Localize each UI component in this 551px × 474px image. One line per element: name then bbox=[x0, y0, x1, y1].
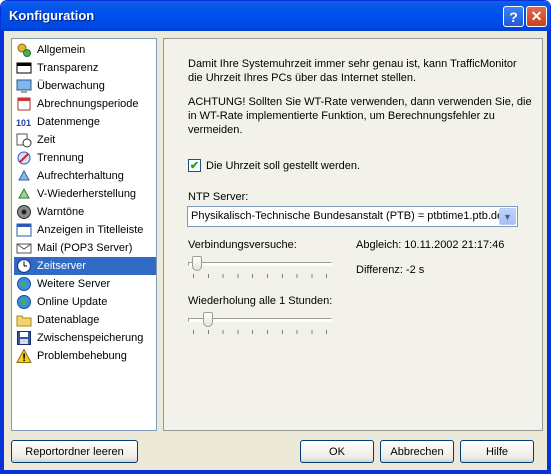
sidebar-item-label: Trennung bbox=[37, 152, 84, 164]
intro-text: Damit Ihre Systemuhrzeit immer sehr gena… bbox=[188, 58, 517, 84]
sidebar-item-anzeigen-in-titelleiste[interactable]: Anzeigen in Titelleiste bbox=[14, 221, 156, 239]
sidebar-item-mail[interactable]: Mail (POP3 Server) bbox=[14, 239, 156, 257]
mail-icon bbox=[16, 240, 32, 256]
sidebar-item-datenablage[interactable]: Datenablage bbox=[14, 311, 156, 329]
sidebar-item-label: Allgemein bbox=[37, 44, 86, 56]
sidebar-item-problembehebung[interactable]: Problembehebung bbox=[14, 347, 156, 365]
connection-attempts-label: Verbindungsversuche: bbox=[188, 239, 297, 251]
close-button[interactable]: ✕ bbox=[526, 6, 547, 27]
sidebar-item-allgemein[interactable]: Allgemein bbox=[14, 41, 156, 59]
slider-ticks bbox=[193, 330, 327, 334]
set-time-label[interactable]: Die Uhrzeit soll gestellt werden. bbox=[206, 159, 360, 173]
window-frame-bottom bbox=[1, 470, 550, 473]
sidebar-item-v-wiederherstellung[interactable]: V-Wiederherstellung bbox=[14, 185, 156, 203]
ok-button[interactable]: OK bbox=[300, 440, 374, 463]
repeat-interval-slider[interactable] bbox=[188, 311, 332, 335]
calendar-icon bbox=[16, 96, 32, 112]
help-button[interactable]: Hilfe bbox=[460, 440, 534, 463]
help-title-button[interactable]: ? bbox=[503, 6, 524, 27]
sidebar-item-label: Abrechnungsperiode bbox=[37, 98, 139, 110]
title-bar[interactable]: Konfiguration ? ✕ bbox=[1, 1, 550, 31]
sidebar-item-trennung[interactable]: Trennung bbox=[14, 149, 156, 167]
category-list[interactable]: Allgemein Transparenz Überwachung Abrech… bbox=[11, 38, 157, 431]
sidebar-item-zeitserver[interactable]: Zeitserver bbox=[14, 257, 156, 275]
sidebar-item-zeit[interactable]: Zeit bbox=[14, 131, 156, 149]
sidebar-item-label: Weitere Server bbox=[37, 278, 111, 290]
cancel-button[interactable]: Abbrechen bbox=[380, 440, 454, 463]
update-globe-icon bbox=[16, 294, 32, 310]
sidebar-item-label: Zwischenspeicherung bbox=[37, 332, 144, 344]
chevron-down-icon[interactable]: ▼ bbox=[499, 208, 516, 225]
globe-icon bbox=[16, 276, 32, 292]
sidebar-item-label: Datenmenge bbox=[37, 116, 100, 128]
sidebar-item-datenmenge[interactable]: 101 Datenmenge bbox=[14, 113, 156, 131]
sidebar-item-label: Transparenz bbox=[37, 62, 99, 74]
warning-icon bbox=[16, 348, 32, 364]
folder-icon bbox=[16, 312, 32, 328]
sidebar-item-transparenz[interactable]: Transparenz bbox=[14, 59, 156, 77]
window-title: Konfiguration bbox=[9, 8, 95, 23]
settings-icon bbox=[16, 42, 32, 58]
sidebar-item-online-update[interactable]: Online Update bbox=[14, 293, 156, 311]
clock-icon bbox=[16, 258, 32, 274]
sidebar-item-ueberwachung[interactable]: Überwachung bbox=[14, 77, 156, 95]
sidebar-item-label: Zeit bbox=[37, 134, 56, 146]
window-frame-right bbox=[547, 31, 550, 473]
transparency-icon bbox=[16, 60, 32, 76]
sidebar-item-label: Warntöne bbox=[37, 206, 85, 218]
sidebar-item-weitere-server[interactable]: Weitere Server bbox=[14, 275, 156, 293]
reconnect-icon bbox=[16, 186, 32, 202]
sidebar-item-label: Datenablage bbox=[37, 314, 100, 326]
sidebar-item-label: Online Update bbox=[37, 296, 108, 308]
slider-thumb[interactable] bbox=[203, 312, 213, 327]
warning-text: ACHTUNG! Sollten Sie WT-Rate verwenden, … bbox=[188, 96, 532, 136]
sidebar-item-label: Anzeigen in Titelleiste bbox=[37, 224, 144, 236]
sidebar-item-label: V-Wiederherstellung bbox=[37, 188, 137, 200]
number-icon: 101 bbox=[16, 114, 32, 130]
sidebar-item-zwischenspeicherung[interactable]: Zwischenspeicherung bbox=[14, 329, 156, 347]
window-frame-left bbox=[1, 31, 4, 473]
configuration-dialog: Konfiguration ? ✕ Allgemein Transparenz … bbox=[0, 0, 551, 474]
floppy-disk-icon bbox=[16, 330, 32, 346]
ntp-server-select[interactable]: Physikalisch-Technische Bundesanstalt (P… bbox=[187, 206, 518, 227]
svg-text:101: 101 bbox=[16, 118, 31, 128]
sidebar-item-aufrechterhaltung[interactable]: Aufrechterhaltung bbox=[14, 167, 156, 185]
keepalive-icon bbox=[16, 168, 32, 184]
sidebar-item-warntoene[interactable]: Warntöne bbox=[14, 203, 156, 221]
ntp-server-label: NTP Server: bbox=[188, 191, 249, 203]
connection-attempts-slider[interactable] bbox=[188, 255, 332, 279]
sidebar-item-label: Problembehebung bbox=[37, 350, 127, 362]
sidebar-item-label: Zeitserver bbox=[37, 260, 86, 272]
slider-track bbox=[188, 262, 332, 266]
sidebar-item-abrechnungsperiode[interactable]: Abrechnungsperiode bbox=[14, 95, 156, 113]
window-title-icon bbox=[16, 222, 32, 238]
sync-timestamp: Abgleich: 10.11.2002 21:17:46 bbox=[356, 239, 505, 251]
repeat-interval-label: Wiederholung alle 1 Stunden: bbox=[188, 295, 333, 307]
clock-calendar-icon bbox=[16, 132, 32, 148]
speaker-icon bbox=[16, 204, 32, 220]
slider-thumb[interactable] bbox=[192, 256, 202, 271]
set-time-checkbox[interactable]: ✔ bbox=[188, 159, 201, 172]
ntp-server-value: Physikalisch-Technische Bundesanstalt (P… bbox=[191, 210, 504, 222]
sidebar-item-label: Überwachung bbox=[37, 80, 105, 92]
time-difference: Differenz: -2 s bbox=[356, 264, 425, 276]
disconnect-icon bbox=[16, 150, 32, 166]
sidebar-item-label: Mail (POP3 Server) bbox=[37, 242, 133, 254]
sidebar-item-label: Aufrechterhaltung bbox=[37, 170, 124, 182]
monitor-icon bbox=[16, 78, 32, 94]
slider-ticks bbox=[193, 274, 327, 278]
clear-report-folder-button[interactable]: Reportordner leeren bbox=[11, 440, 138, 463]
